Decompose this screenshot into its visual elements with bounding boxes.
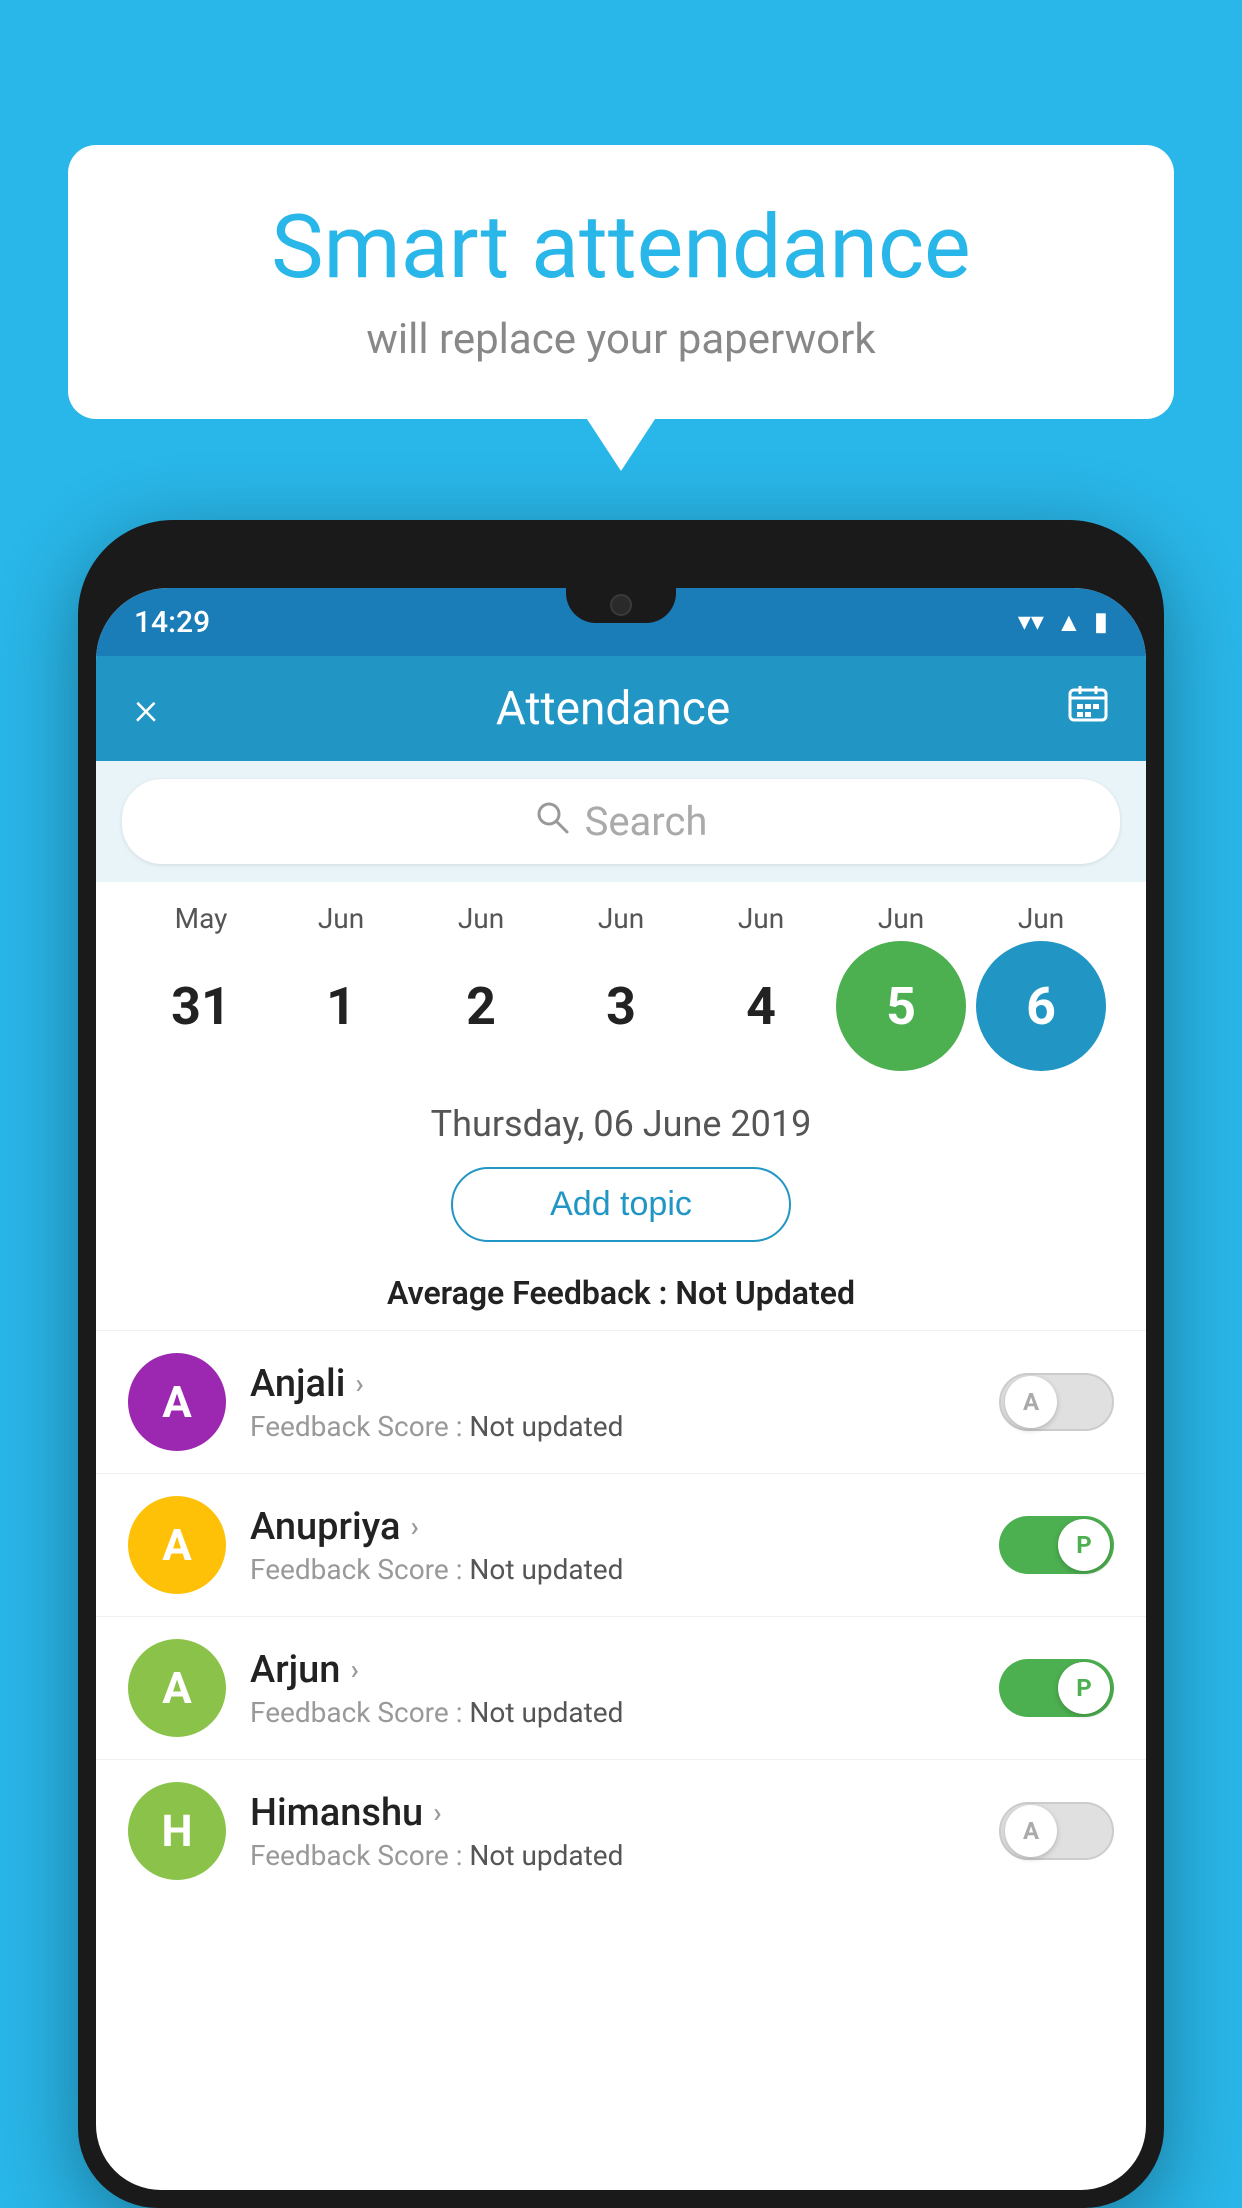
- avg-feedback-prefix: Average Feedback :: [387, 1274, 675, 1312]
- phone-screen: 14:29 ▾▾ ▲ ▮ × Attendance: [96, 588, 1146, 2190]
- battery-icon: ▮: [1094, 607, 1108, 637]
- camera: [610, 594, 632, 616]
- signal-icon: ▲: [1056, 607, 1082, 638]
- student-info-himanshu: Himanshu › Feedback Score : Not updated: [250, 1791, 975, 1872]
- close-button[interactable]: ×: [134, 686, 158, 732]
- bubble-title: Smart attendance: [128, 200, 1114, 297]
- calendar-section: May Jun Jun Jun Jun Jun Jun 31 1 2 3 4 5…: [96, 882, 1146, 1081]
- avatar-anupriya: A: [128, 1496, 226, 1594]
- search-icon: [535, 800, 569, 844]
- avatar-anjali: A: [128, 1353, 226, 1451]
- month-0: May: [136, 902, 266, 935]
- status-time: 14:29: [134, 605, 210, 640]
- month-5: Jun: [836, 902, 966, 935]
- search-container: Search: [96, 761, 1146, 882]
- calendar-days: 31 1 2 3 4 5 6: [126, 941, 1116, 1071]
- avatar-arjun: A: [128, 1639, 226, 1737]
- toggle-arjun[interactable]: P: [999, 1659, 1114, 1717]
- student-item-arjun: A Arjun › Feedback Score : Not updated P: [96, 1616, 1146, 1759]
- student-list: A Anjali › Feedback Score : Not updated …: [96, 1330, 1146, 1902]
- toggle-knob-arjun: P: [1058, 1662, 1110, 1714]
- month-3: Jun: [556, 902, 686, 935]
- app-title: Attendance: [496, 682, 730, 736]
- feedback-arjun: Feedback Score : Not updated: [250, 1696, 975, 1729]
- avg-feedback: Average Feedback : Not Updated: [96, 1274, 1146, 1330]
- day-5[interactable]: 5: [836, 941, 966, 1071]
- app-header: × Attendance: [96, 656, 1146, 761]
- day-1[interactable]: 1: [276, 941, 406, 1071]
- chevron-icon: ›: [355, 1367, 363, 1400]
- student-item-anupriya: A Anupriya › Feedback Score : Not update…: [96, 1473, 1146, 1616]
- toggle-anupriya[interactable]: P: [999, 1516, 1114, 1574]
- toggle-knob-anjali: A: [1005, 1376, 1057, 1428]
- avatar-himanshu: H: [128, 1782, 226, 1880]
- student-info-anupriya: Anupriya › Feedback Score : Not updated: [250, 1505, 975, 1586]
- feedback-himanshu: Feedback Score : Not updated: [250, 1839, 975, 1872]
- feedback-anjali: Feedback Score : Not updated: [250, 1410, 975, 1443]
- day-2[interactable]: 2: [416, 941, 546, 1071]
- student-name-himanshu[interactable]: Himanshu ›: [250, 1791, 975, 1835]
- phone-frame: 14:29 ▾▾ ▲ ▮ × Attendance: [78, 520, 1164, 2208]
- feedback-anupriya: Feedback Score : Not updated: [250, 1553, 975, 1586]
- chevron-icon: ›: [410, 1510, 418, 1543]
- student-info-arjun: Arjun › Feedback Score : Not updated: [250, 1648, 975, 1729]
- add-topic-area: Add topic: [96, 1167, 1146, 1274]
- search-placeholder: Search: [585, 798, 708, 845]
- chevron-icon: ›: [433, 1796, 441, 1829]
- month-1: Jun: [276, 902, 406, 935]
- month-4: Jun: [696, 902, 826, 935]
- selected-date: Thursday, 06 June 2019: [96, 1081, 1146, 1157]
- student-item-anjali: A Anjali › Feedback Score : Not updated …: [96, 1330, 1146, 1473]
- phone-notch: [566, 588, 676, 623]
- speech-bubble: Smart attendance will replace your paper…: [68, 145, 1174, 419]
- toggle-anjali[interactable]: A: [999, 1373, 1114, 1431]
- day-3[interactable]: 3: [556, 941, 686, 1071]
- chevron-icon: ›: [350, 1653, 358, 1686]
- toggle-himanshu[interactable]: A: [999, 1802, 1114, 1860]
- calendar-icon[interactable]: [1068, 684, 1108, 734]
- toggle-knob-himanshu: A: [1005, 1805, 1057, 1857]
- student-info-anjali: Anjali › Feedback Score : Not updated: [250, 1362, 975, 1443]
- search-bar[interactable]: Search: [122, 779, 1120, 864]
- day-4[interactable]: 4: [696, 941, 826, 1071]
- status-icons: ▾▾ ▲ ▮: [1018, 607, 1108, 638]
- student-name-arjun[interactable]: Arjun ›: [250, 1648, 975, 1692]
- toggle-knob-anupriya: P: [1058, 1519, 1110, 1571]
- calendar-months: May Jun Jun Jun Jun Jun Jun: [126, 902, 1116, 935]
- month-2: Jun: [416, 902, 546, 935]
- wifi-icon: ▾▾: [1018, 607, 1044, 637]
- day-6[interactable]: 6: [976, 941, 1106, 1071]
- student-item-himanshu: H Himanshu › Feedback Score : Not update…: [96, 1759, 1146, 1902]
- add-topic-button[interactable]: Add topic: [451, 1167, 791, 1242]
- avg-feedback-value: Not Updated: [675, 1274, 855, 1312]
- month-6: Jun: [976, 902, 1106, 935]
- student-name-anupriya[interactable]: Anupriya ›: [250, 1505, 975, 1549]
- student-name-anjali[interactable]: Anjali ›: [250, 1362, 975, 1406]
- day-31[interactable]: 31: [136, 941, 266, 1071]
- bubble-subtitle: will replace your paperwork: [128, 315, 1114, 364]
